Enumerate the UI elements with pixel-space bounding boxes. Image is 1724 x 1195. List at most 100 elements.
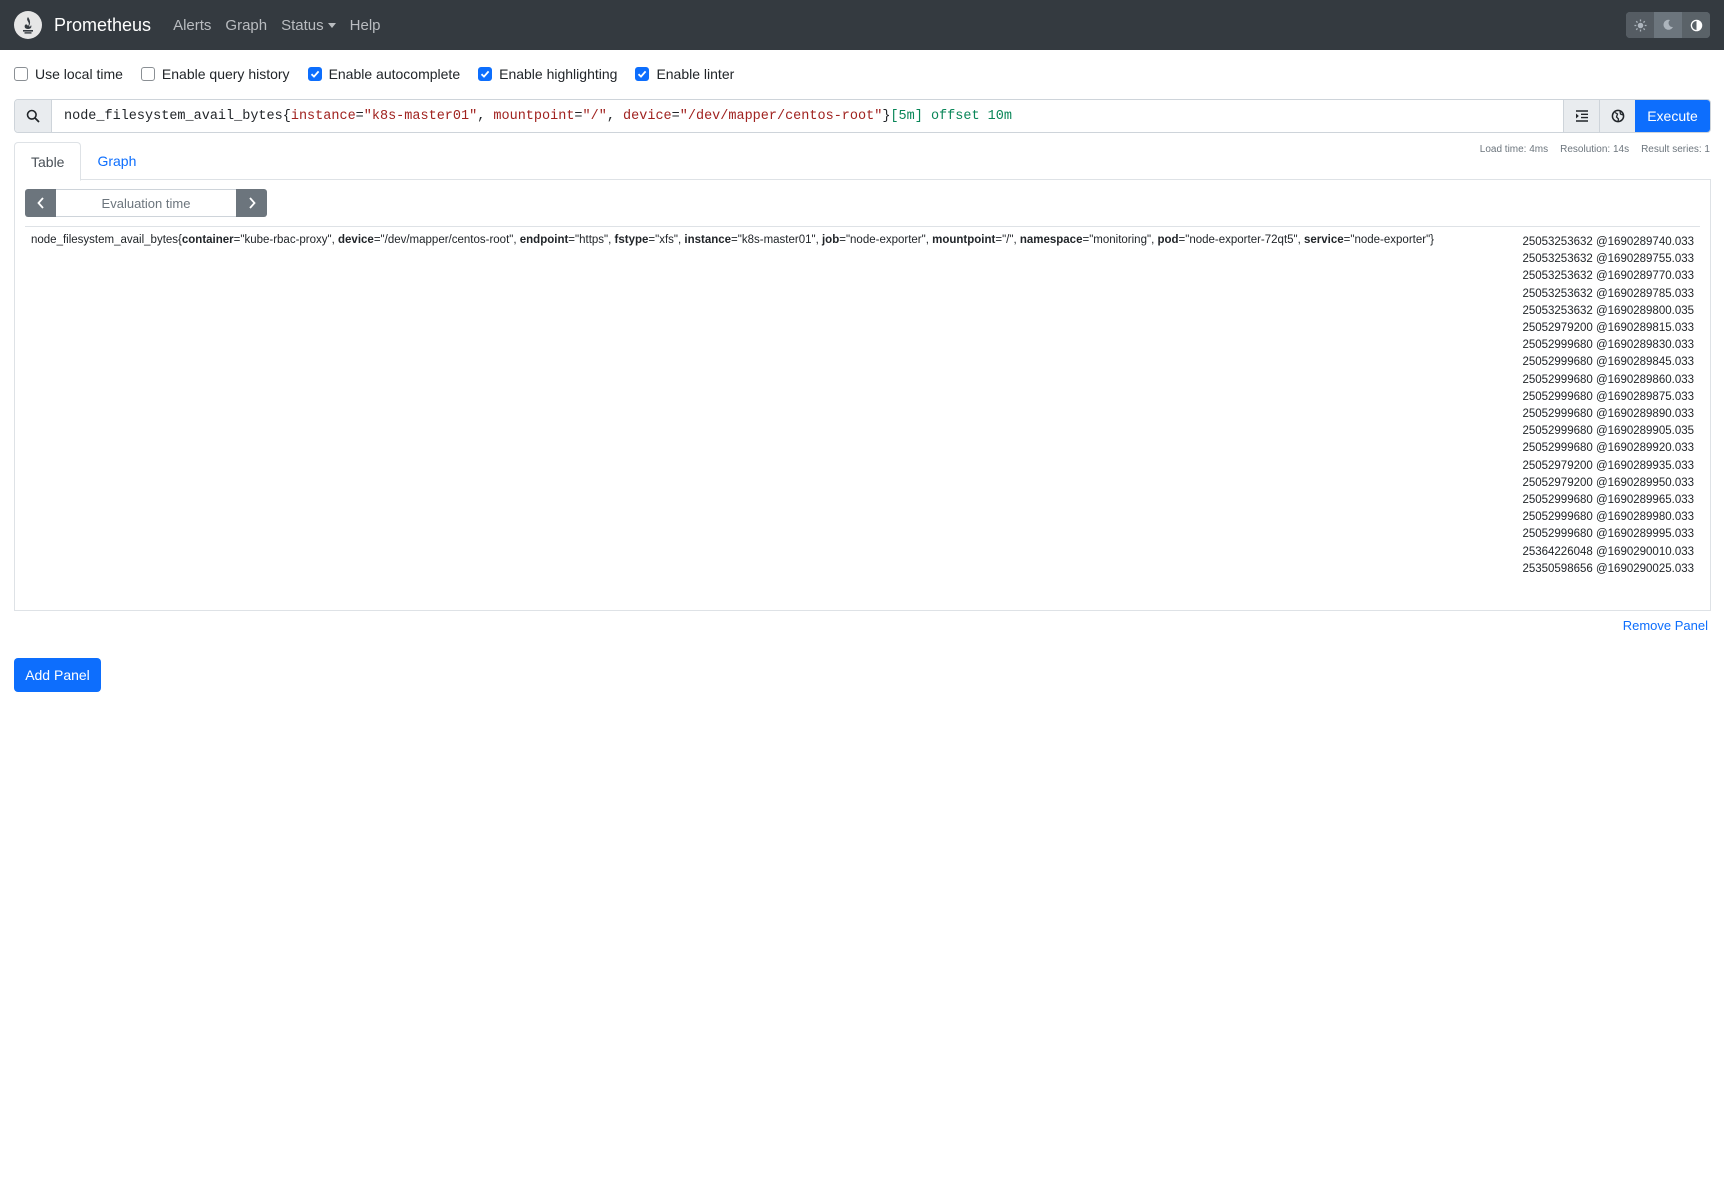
prometheus-logo-icon[interactable] (14, 11, 42, 39)
theme-toggle-group (1626, 12, 1710, 38)
load-time-stat: Load time: 4ms (1479, 144, 1549, 155)
eval-time-forward-button[interactable] (236, 189, 267, 217)
autocomplete-checkbox[interactable] (307, 67, 322, 81)
table-divider (25, 226, 1700, 227)
add-panel-button[interactable]: Add Panel (14, 658, 101, 692)
metrics-explorer-button[interactable] (1599, 100, 1635, 132)
query-offset-duration: 10m (987, 108, 1012, 124)
query-expression-input[interactable]: node_filesystem_avail_bytes{instance = "k8… (52, 100, 1563, 132)
label-value: "kube-rbac-proxy" (240, 234, 332, 246)
table-panel: Evaluation time node_filesystem_avail_by… (14, 179, 1711, 611)
sample-value: 25053253632 @1690289740.033 (1522, 236, 1694, 248)
option-enable-query-history[interactable]: Enable query history (140, 66, 290, 82)
query-label-token: instance (290, 108, 356, 124)
option-label: Enable highlighting (499, 66, 618, 82)
option-enable-highlighting[interactable]: Enable highlighting (478, 66, 617, 82)
query-history-checkbox[interactable] (140, 67, 155, 81)
option-enable-linter[interactable]: Enable linter (635, 66, 734, 82)
indent-icon (1575, 110, 1588, 122)
label-value: "/dev/mapper/centos-root" (380, 234, 514, 246)
nav-alerts[interactable]: Alerts (173, 17, 211, 34)
dark-theme-button[interactable] (1654, 12, 1682, 38)
execute-button[interactable]: Execute (1635, 100, 1710, 132)
sample-value: 25350598656 @1690290025.033 (1522, 562, 1694, 575)
format-query-button[interactable] (1563, 100, 1599, 132)
label-key: device (338, 234, 374, 246)
resolution-stat: Resolution: 14s (1560, 144, 1630, 155)
label-key: service (1304, 234, 1344, 246)
sample-value: 25052999680 @1690289845.033 (1522, 356, 1694, 369)
label-value: "/" (1002, 234, 1014, 246)
tab-table[interactable]: Table (14, 142, 82, 181)
moon-icon (1663, 19, 1673, 30)
sample-value: 25053253632 @1690289800.035 (1522, 304, 1694, 317)
query-brace-token: } (882, 108, 891, 124)
label-value: "monitoring" (1089, 234, 1152, 246)
sample-value: 25052979200 @1690289950.033 (1522, 476, 1694, 489)
caret-down-icon (327, 22, 336, 28)
evaluation-time-control: Evaluation time (25, 189, 267, 217)
query-metric-token: node_filesystem_avail_bytes (64, 108, 283, 124)
sample-value: 25052999680 @1690289890.033 (1522, 408, 1694, 421)
chevron-right-icon (248, 197, 256, 209)
sample-value: 25052999680 @1690289875.033 (1522, 390, 1694, 403)
label-key: namespace (1019, 234, 1083, 246)
label-key: endpoint (519, 234, 569, 246)
tab-graph[interactable]: Graph (81, 142, 152, 180)
auto-theme-button[interactable] (1682, 12, 1710, 38)
top-navbar: Prometheus Alerts Graph Status Help (0, 0, 1724, 50)
query-offset-keyword: offset (930, 108, 980, 124)
label-key: fstype (614, 234, 649, 246)
series-label: node_filesystem_avail_bytes{container="k… (31, 234, 1434, 246)
sample-value: 25052999680 @1690289920.033 (1522, 442, 1694, 455)
label-value: "k8s-master01" (737, 234, 816, 246)
nav-graph[interactable]: Graph (225, 17, 267, 34)
globe-icon (1611, 109, 1624, 123)
label-value: "node-exporter" (845, 234, 926, 246)
brand-title[interactable]: Prometheus (54, 15, 151, 36)
nav-help[interactable]: Help (350, 17, 381, 34)
eval-time-back-button[interactable] (25, 189, 56, 217)
use-local-time-checkbox[interactable] (14, 67, 28, 81)
sample-value: 25052999680 @1690289830.033 (1522, 339, 1694, 352)
option-enable-autocomplete[interactable]: Enable autocomplete (307, 66, 460, 82)
sample-value: 25053253632 @1690289785.033 (1522, 287, 1694, 300)
evaluation-time-input[interactable]: Evaluation time (56, 189, 236, 217)
label-value: "https" (575, 234, 609, 246)
highlighting-checkbox[interactable] (478, 67, 493, 81)
label-key: mountpoint (932, 234, 996, 246)
query-label-token: mountpoint (493, 108, 575, 124)
query-string-token: "k8s-master01" (363, 108, 478, 124)
series-metric-name: node_filesystem_avail_bytes (31, 234, 179, 246)
option-label: Enable query history (161, 66, 290, 82)
nav-status-dropdown[interactable]: Status (281, 17, 336, 34)
chevron-left-icon (36, 197, 44, 209)
query-range-token: [5m] (890, 108, 923, 124)
option-use-local-time[interactable]: Use local time (14, 66, 123, 82)
query-string-token: "/" (582, 108, 607, 124)
query-brace-token: { (282, 108, 291, 124)
sun-icon (1633, 18, 1647, 32)
sample-value: 25053253632 @1690289770.033 (1522, 270, 1694, 283)
query-bar: node_filesystem_avail_bytes{instance = "k8… (14, 99, 1711, 133)
series-values-list: 25053253632 @1690289740.033 25053253632 … (1522, 234, 1694, 578)
query-stats: Load time: 4ms Resolution: 14s Result se… (1480, 144, 1710, 155)
sample-value: 25052999680 @1690289995.033 (1522, 528, 1694, 541)
option-label: Enable linter (656, 66, 735, 82)
half-circle-icon (1690, 19, 1702, 31)
light-theme-button[interactable] (1626, 12, 1654, 38)
query-label-token: device (623, 108, 672, 124)
remove-panel-link[interactable]: Remove Panel (1623, 618, 1708, 633)
panel-tabs: Table Graph (14, 142, 1711, 181)
sample-value: 25053253632 @1690289755.033 (1522, 253, 1694, 266)
linter-checkbox[interactable] (635, 67, 650, 81)
label-key: pod (1157, 234, 1179, 246)
sample-value: 25052999680 @1690289860.033 (1522, 373, 1694, 386)
search-icon (15, 100, 52, 132)
query-string-token: "/dev/mapper/centos-root" (679, 108, 883, 124)
sample-value: 25052999680 @1690289905.035 (1522, 425, 1694, 438)
label-key: job (821, 234, 840, 246)
sample-value: 25052999680 @1690289965.033 (1522, 494, 1694, 507)
check-icon (480, 70, 490, 78)
label-key: container (181, 234, 234, 246)
